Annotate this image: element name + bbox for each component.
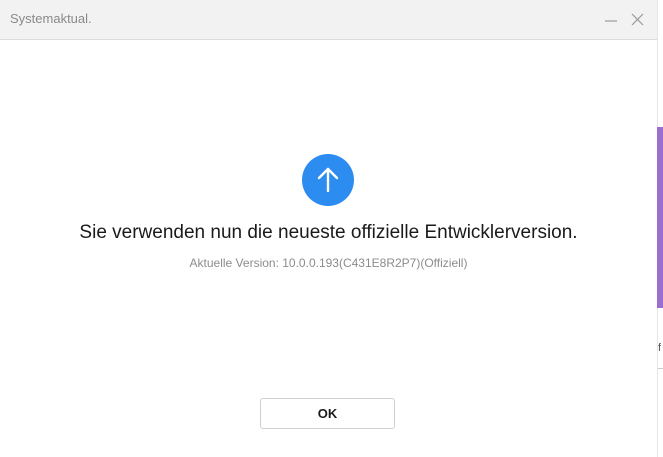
background-partial-text: f xyxy=(658,342,662,354)
current-version-text: Aktuelle Version: 10.0.0.193(C431E8R2P7)… xyxy=(189,256,468,270)
title-bar[interactable]: Systemaktual. xyxy=(0,0,657,40)
ok-button[interactable]: OK xyxy=(260,398,395,429)
close-button[interactable] xyxy=(627,8,649,30)
arrow-up-icon xyxy=(302,154,354,206)
update-dialog-window: Systemaktual. Sie verwenden nun die neue… xyxy=(0,0,657,457)
background-divider xyxy=(658,368,663,369)
minimize-button[interactable] xyxy=(600,8,622,30)
update-headline: Sie verwenden nun die neueste offizielle… xyxy=(79,222,578,243)
window-title: Systemaktual. xyxy=(10,11,92,26)
close-icon xyxy=(631,13,644,26)
background-accent-panel xyxy=(657,127,663,308)
minimize-icon xyxy=(605,20,617,22)
